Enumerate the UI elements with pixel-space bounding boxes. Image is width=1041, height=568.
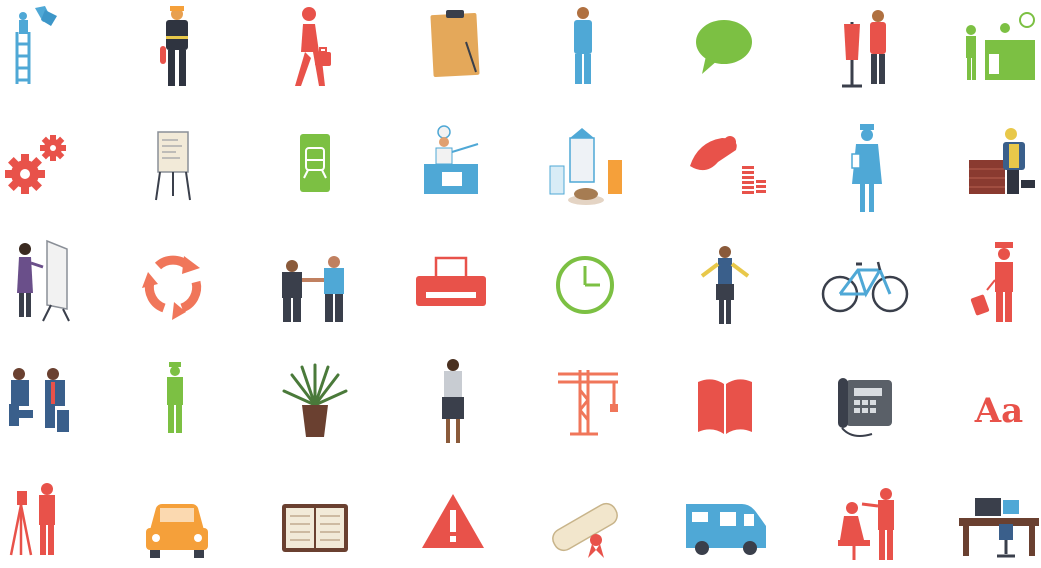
gears-icon (0, 122, 85, 212)
crane-icon (540, 360, 630, 450)
speech-bubble-icon (680, 2, 770, 92)
flipchart-icon (128, 122, 218, 212)
window-cleaner-icon (0, 2, 85, 92)
clock-icon (540, 240, 630, 330)
mechanics-icon (0, 360, 85, 450)
typography-icon: Aa (955, 360, 1041, 450)
bicycle-icon (818, 240, 909, 330)
train-ticket-icon (270, 122, 360, 212)
painter-icon (0, 235, 85, 325)
typography-text: Aa (974, 391, 1023, 431)
clipboard-icon (408, 2, 498, 92)
reception-desk-icon (955, 2, 1041, 92)
tailor-icon (820, 2, 910, 92)
recycle-icon (128, 240, 218, 330)
worker-icon (538, 2, 628, 92)
surveyor-icon (130, 360, 220, 450)
coins-icon (680, 122, 770, 212)
breakfast-icon (540, 122, 630, 212)
flight-attendant-icon (680, 240, 770, 330)
commuter-icon (265, 2, 355, 92)
printer-icon (408, 240, 498, 330)
potted-plant-icon (270, 355, 360, 445)
firefighter-icon (132, 2, 222, 92)
businesswoman-icon (408, 355, 498, 445)
pilot-luggage-icon (955, 240, 1041, 330)
bricklayer-icon (955, 122, 1041, 212)
handshake-icon (270, 240, 360, 330)
telephone-icon (818, 360, 908, 450)
theodolite-icon (0, 475, 85, 565)
nurse-icon (822, 122, 912, 212)
book-icon (680, 360, 770, 450)
chef-icon (408, 118, 498, 208)
